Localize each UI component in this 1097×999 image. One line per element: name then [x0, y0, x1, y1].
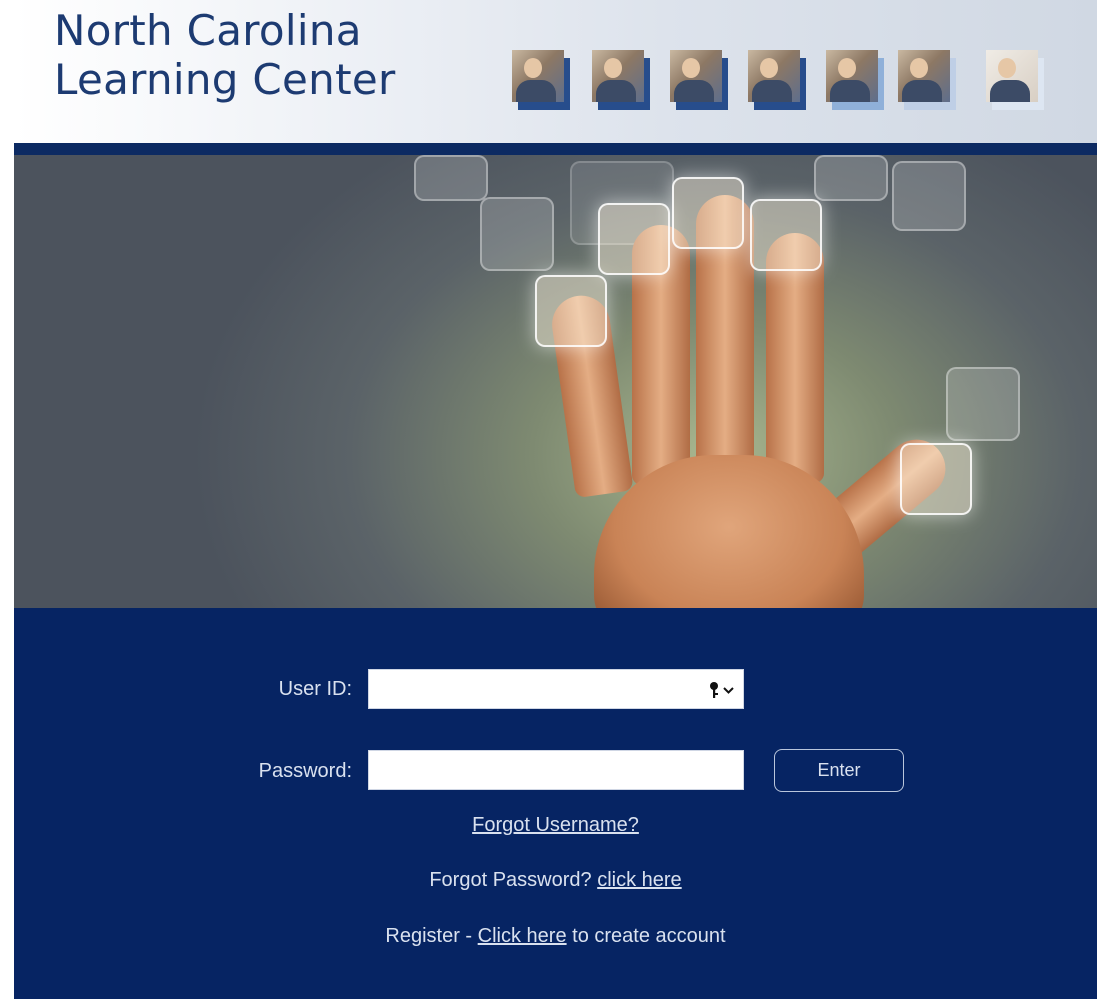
people-photo-7-icon	[986, 50, 1044, 110]
header-divider	[14, 143, 1097, 155]
password-field[interactable]	[368, 750, 744, 790]
people-photo-5-icon	[826, 50, 884, 110]
people-photo-6-icon	[898, 50, 956, 110]
register-row: Register - Click here to create account	[14, 925, 1097, 948]
people-photo-3-icon	[670, 50, 728, 110]
user-id-field[interactable]	[368, 669, 744, 709]
register-link[interactable]: Click here	[478, 925, 567, 947]
logo-line-1: North Carolina	[54, 6, 362, 55]
people-photo-4-icon	[748, 50, 806, 110]
register-prefix-text: Register -	[385, 925, 473, 947]
forgot-password-text: Forgot Password?	[429, 869, 592, 891]
forgot-password-row: Forgot Password? click here	[14, 869, 1097, 892]
login-panel: User ID: Password: Enter Forgot Username…	[14, 608, 1097, 999]
forgot-username-row: Forgot Username?	[14, 814, 1097, 837]
password-key-icon[interactable]	[705, 679, 739, 701]
forgot-username-link[interactable]: Forgot Username?	[472, 814, 639, 836]
people-photo-1-icon	[512, 50, 570, 110]
enter-button[interactable]: Enter	[774, 749, 904, 792]
forgot-password-link[interactable]: click here	[597, 869, 681, 891]
password-label: Password:	[258, 760, 352, 782]
logo-line-2: Learning Center	[54, 55, 396, 104]
site-logo[interactable]: North Carolina Learning Center	[54, 6, 396, 104]
people-photo-2-icon	[592, 50, 650, 110]
register-suffix-text: to create account	[572, 925, 726, 947]
hero-image	[14, 155, 1097, 608]
user-id-label: User ID:	[278, 678, 352, 700]
site-header: North Carolina Learning Center	[14, 0, 1097, 143]
